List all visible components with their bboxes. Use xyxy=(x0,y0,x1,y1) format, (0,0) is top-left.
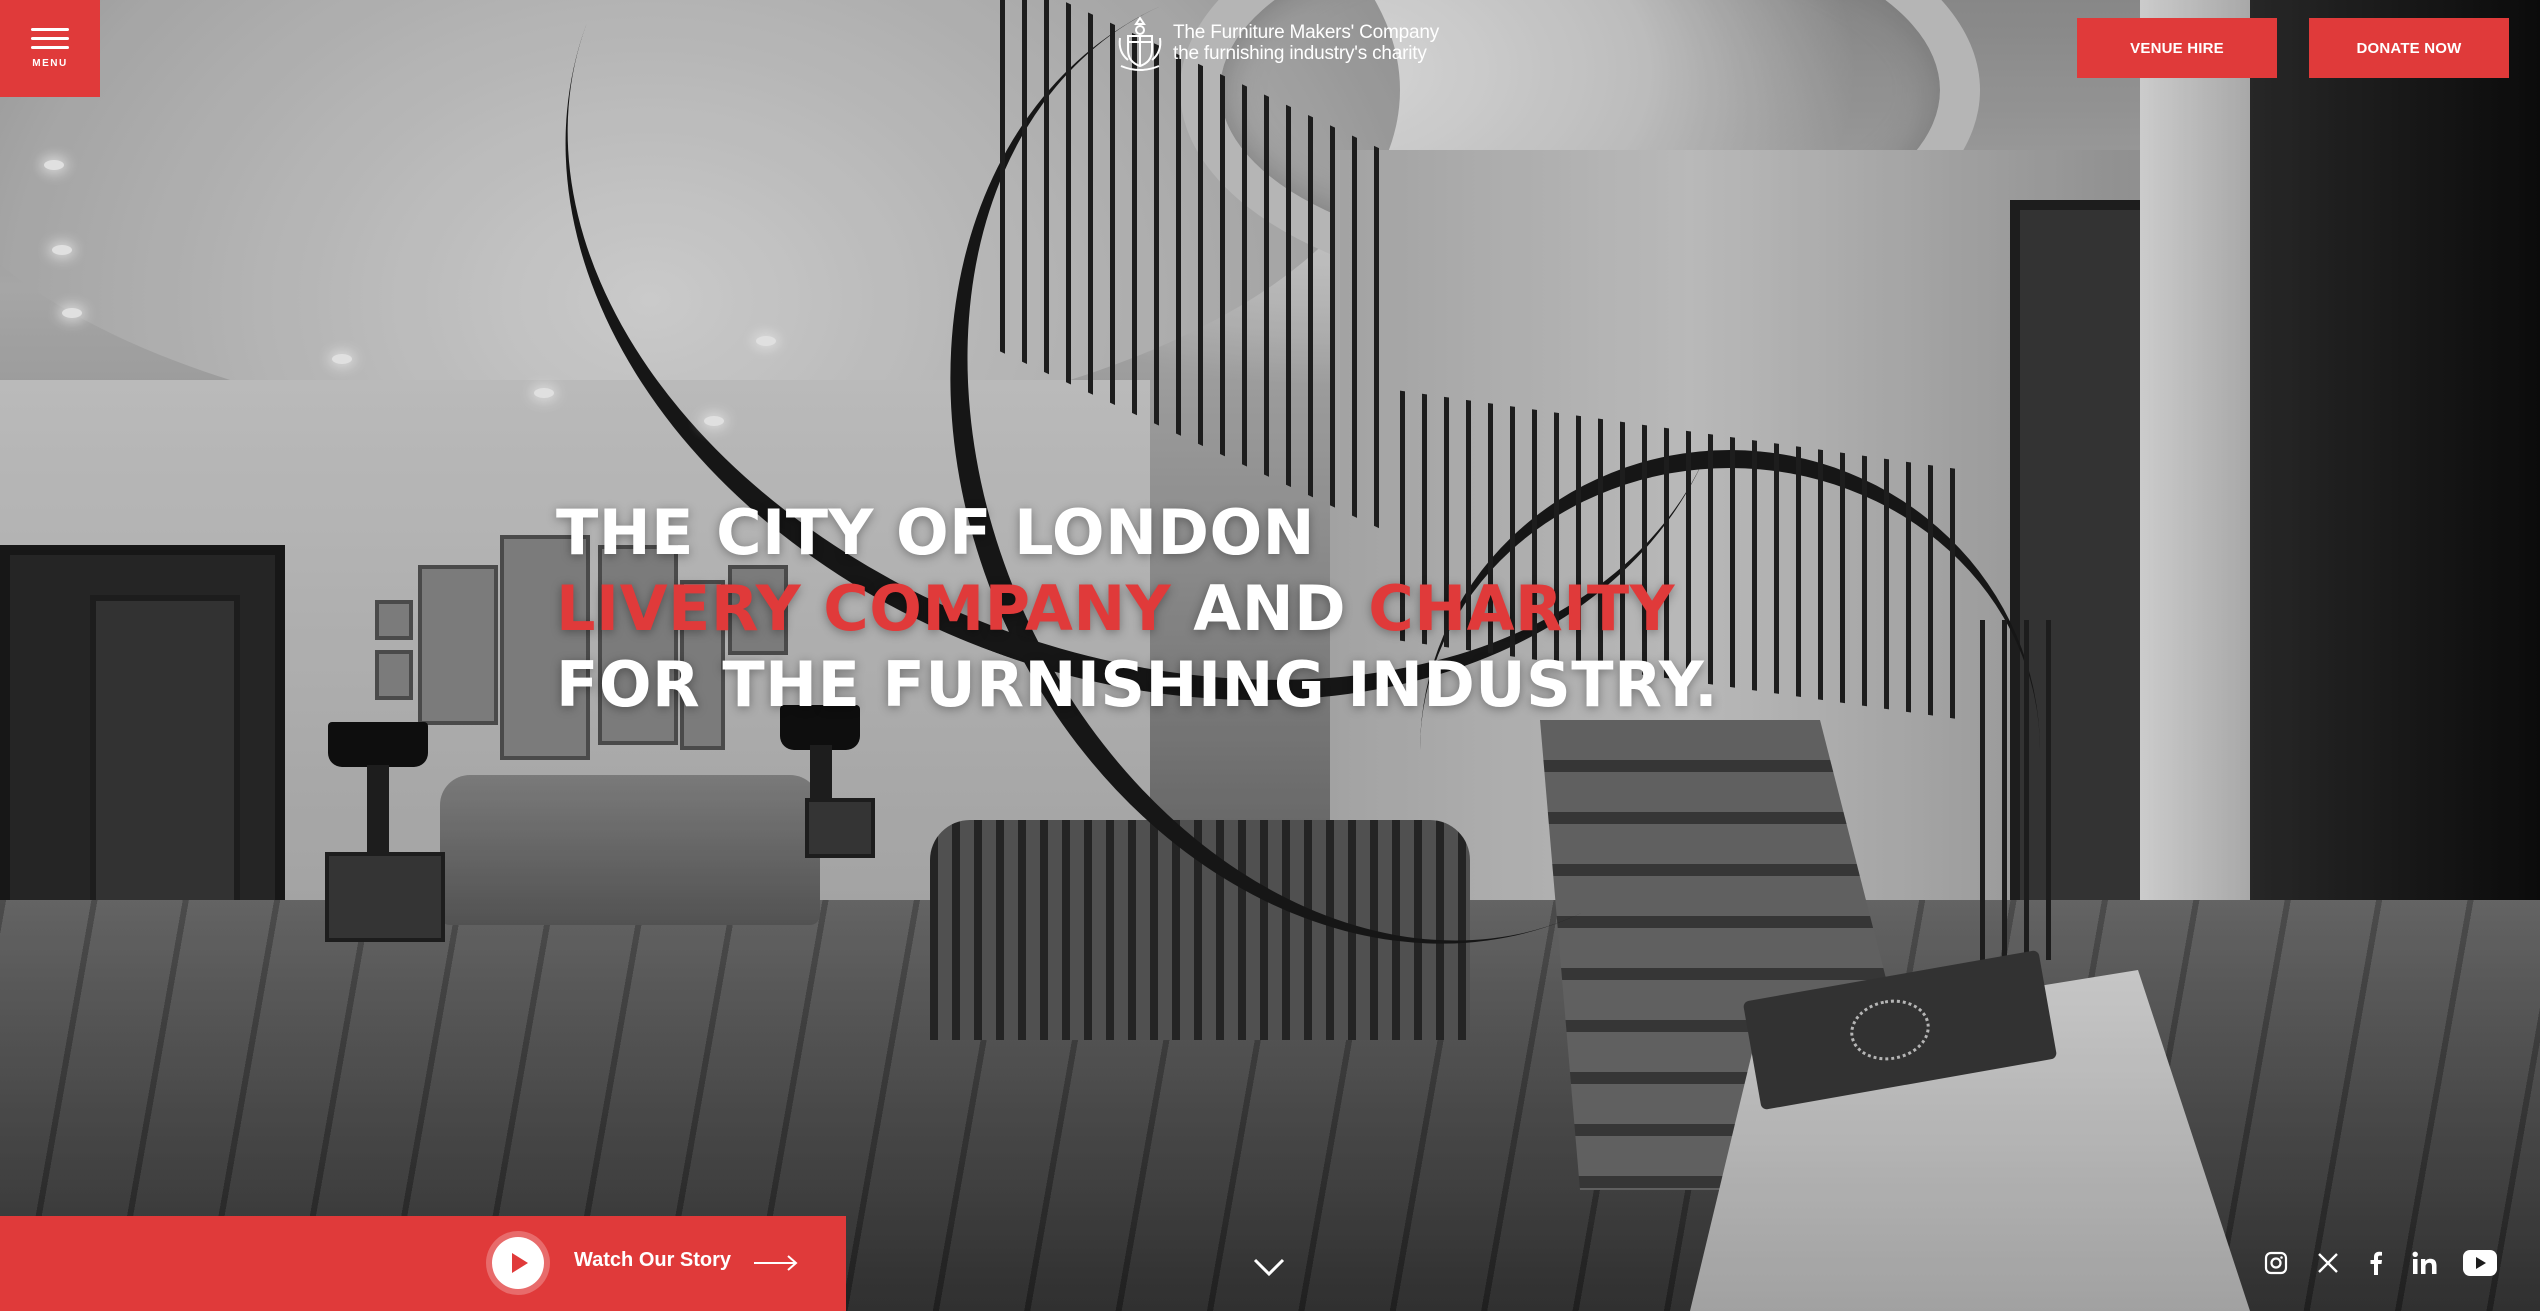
facebook-link[interactable] xyxy=(2366,1247,2386,1279)
headline-line-2: LIVERY COMPANY AND CHARITY xyxy=(556,571,1718,647)
venue-hire-button[interactable]: VENUE HIRE xyxy=(2077,18,2277,78)
play-icon xyxy=(512,1253,528,1273)
x-icon xyxy=(2318,1253,2338,1273)
chevron-down-icon[interactable] xyxy=(1252,1256,1286,1278)
site-logo[interactable]: The Furniture Makers' Company the furnis… xyxy=(1115,14,1439,72)
menu-button[interactable]: MENU xyxy=(0,0,100,97)
youtube-link[interactable] xyxy=(2462,1247,2498,1279)
headline-charity: CHARITY xyxy=(1368,572,1676,645)
donate-now-button[interactable]: DONATE NOW xyxy=(2309,18,2509,78)
watch-our-story-bar[interactable]: Watch Our Story xyxy=(0,1216,846,1311)
headline-line-1: THE CITY OF LONDON xyxy=(556,496,1316,569)
watch-our-story-label[interactable]: Watch Our Story xyxy=(574,1249,731,1272)
hamburger-icon xyxy=(31,28,69,49)
youtube-icon xyxy=(2463,1250,2497,1276)
headline-livery-company: LIVERY COMPANY xyxy=(556,572,1172,645)
headline-and: AND xyxy=(1171,572,1369,645)
x-link[interactable] xyxy=(2314,1247,2342,1279)
logo-line-2: the furnishing industry's charity xyxy=(1173,43,1427,64)
hero-headline: THE CITY OF LONDON LIVERY COMPANY AND CH… xyxy=(556,495,1718,723)
linkedin-icon xyxy=(2412,1251,2437,1274)
arrow-right-icon xyxy=(754,1255,798,1271)
menu-label: MENU xyxy=(32,58,68,69)
headline-line-3: FOR THE FURNISHING INDUSTRY. xyxy=(556,648,1719,721)
linkedin-link[interactable] xyxy=(2410,1247,2440,1279)
logo-line-1: The Furniture Makers' Company xyxy=(1173,22,1440,43)
facebook-icon xyxy=(2370,1251,2382,1275)
play-button[interactable] xyxy=(492,1237,544,1289)
instagram-icon xyxy=(2264,1251,2288,1275)
crest-icon xyxy=(1118,16,1162,71)
instagram-link[interactable] xyxy=(2262,1247,2290,1279)
